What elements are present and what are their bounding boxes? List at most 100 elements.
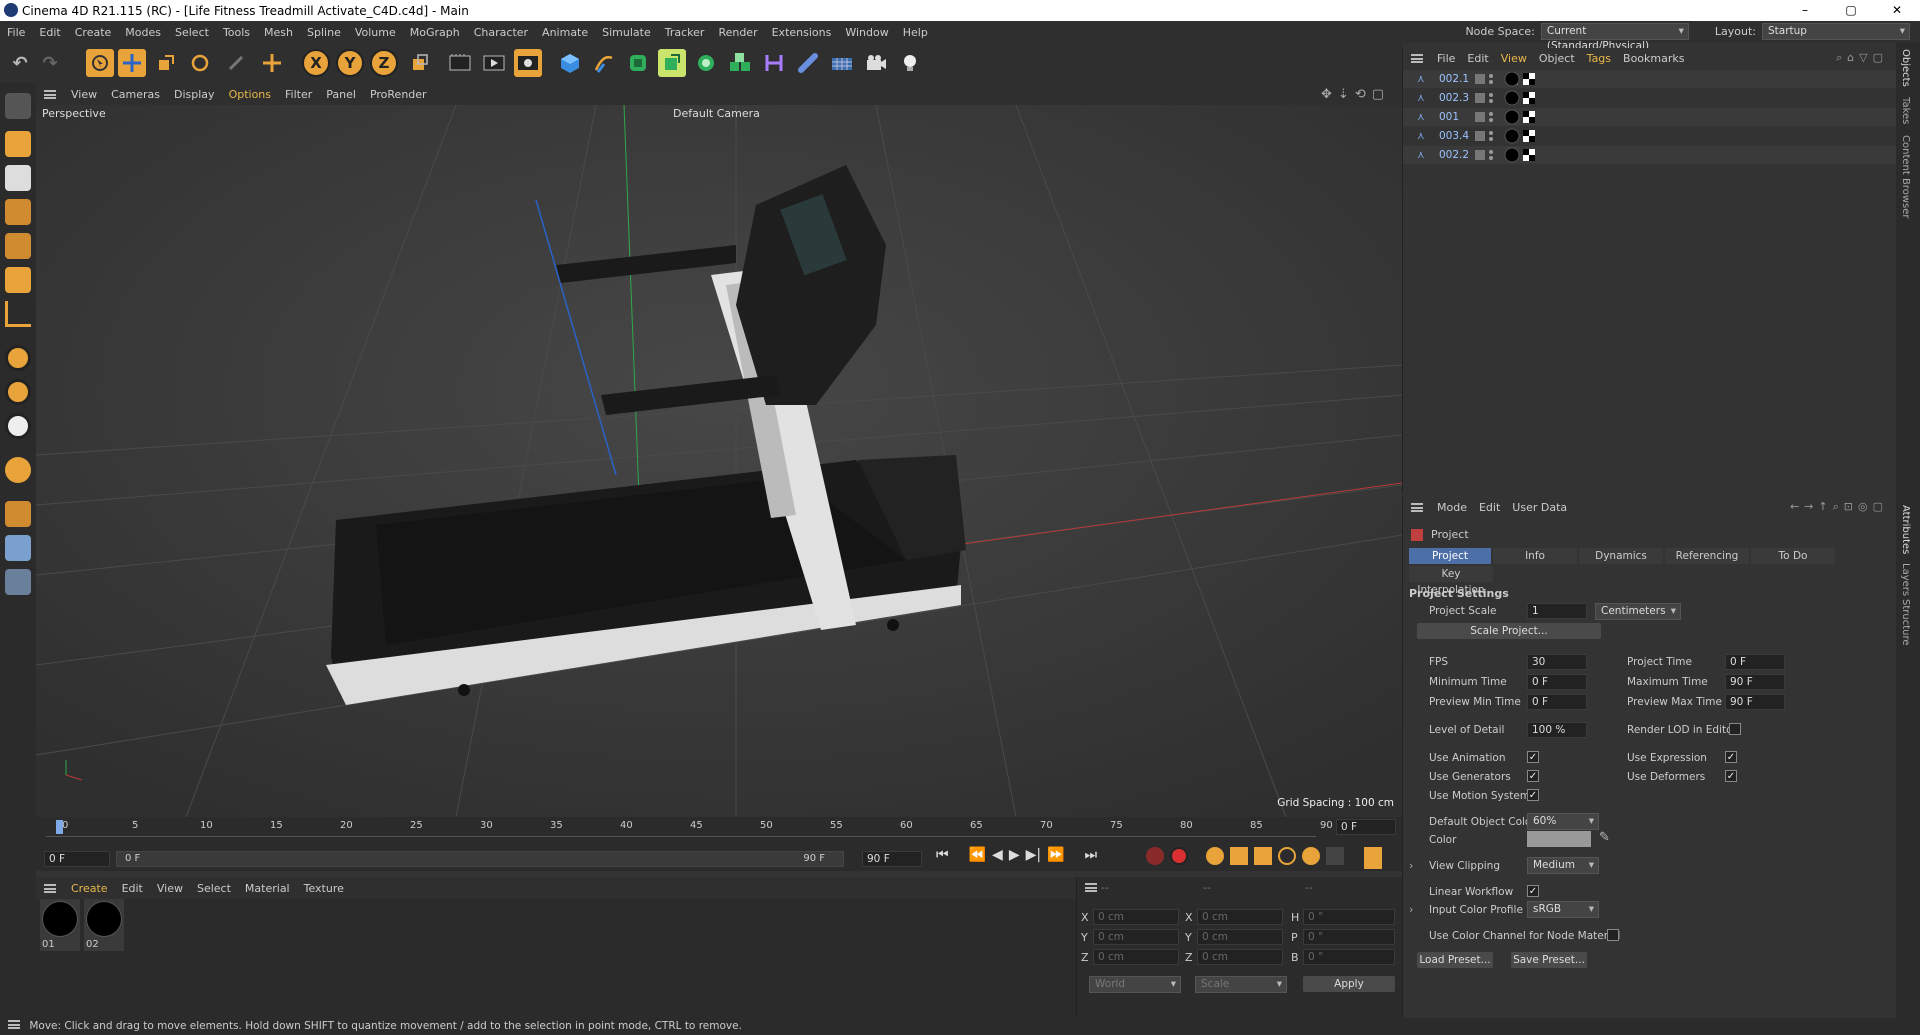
menu-simulate[interactable]: Simulate <box>595 26 658 39</box>
menu-render[interactable]: Render <box>711 26 764 39</box>
obj-menu-edit[interactable]: Edit <box>1461 52 1494 65</box>
use-expression-checkbox[interactable]: ✓ <box>1725 751 1737 763</box>
linear-workflow-checkbox[interactable]: ✓ <box>1527 885 1539 897</box>
viewport-camera-label[interactable]: Default Camera <box>673 107 760 120</box>
menu-edit[interactable]: Edit <box>32 26 67 39</box>
coordinate-system-icon[interactable] <box>258 49 286 77</box>
pos-x-field[interactable]: 0 cm <box>1093 909 1179 925</box>
tab-info[interactable]: Info <box>1493 548 1577 564</box>
rotate-tool-icon[interactable] <box>186 49 214 77</box>
node-space-dropdown[interactable]: Current (Standard/Physical) <box>1540 23 1689 52</box>
view-menu-view[interactable]: View <box>64 88 104 101</box>
extrude-generator-icon[interactable] <box>658 49 686 77</box>
input-profile-expand-icon[interactable]: › <box>1409 903 1413 916</box>
tweak-mode-icon[interactable] <box>5 457 31 483</box>
points-mode-icon[interactable] <box>5 199 31 225</box>
view-menu-filter[interactable]: Filter <box>278 88 319 101</box>
menu-character[interactable]: Character <box>467 26 535 39</box>
mat-menu-material[interactable]: Material <box>238 882 297 895</box>
close-button[interactable]: ✕ <box>1874 0 1920 21</box>
locked-workplane-icon[interactable] <box>5 535 31 561</box>
use-generators-checkbox[interactable]: ✓ <box>1527 770 1539 782</box>
layout-dropdown[interactable]: Startup <box>1762 23 1910 40</box>
minimize-button[interactable]: – <box>1782 0 1828 21</box>
render-lod-checkbox[interactable] <box>1729 723 1741 735</box>
previous-frame-icon[interactable]: ◀ <box>992 847 1003 863</box>
previous-key-icon[interactable]: ⏪ <box>969 847 986 863</box>
tab-to-do[interactable]: To Do <box>1751 548 1835 564</box>
cloner-icon[interactable] <box>692 49 720 77</box>
key-parameter-icon[interactable] <box>1302 847 1320 865</box>
view-menu-panel[interactable]: Panel <box>319 88 363 101</box>
save-preset-button[interactable]: Save Preset... <box>1511 952 1587 968</box>
menu-window[interactable]: Window <box>838 26 895 39</box>
preview-min-field[interactable]: 0 F <box>1527 694 1587 710</box>
view-clipping-dropdown[interactable]: Medium <box>1527 857 1599 874</box>
rot-p-field[interactable]: 0 ° <box>1303 929 1395 945</box>
load-preset-button[interactable]: Load Preset... <box>1417 952 1493 968</box>
pos-z-field[interactable]: 0 cm <box>1093 949 1179 965</box>
side-tab-attributes[interactable]: Attributes <box>1900 505 1911 554</box>
snap-settings-icon[interactable] <box>5 379 31 405</box>
coord-system-dropdown[interactable]: World <box>1089 976 1181 993</box>
default-color-dropdown[interactable]: 60% Gray <box>1527 813 1599 842</box>
timeline-ruler[interactable]: 0 5 10 15 20 25 30 35 40 45 50 55 60 65 … <box>46 817 1333 837</box>
coords-menu-icon[interactable] <box>1085 883 1097 892</box>
menu-create[interactable]: Create <box>68 26 119 39</box>
world-coordinate-icon[interactable] <box>406 49 434 77</box>
menu-tracker[interactable]: Tracker <box>658 26 712 39</box>
menu-volume[interactable]: Volume <box>348 26 403 39</box>
go-to-start-icon[interactable]: ⏮ <box>936 847 949 863</box>
side-tab-layers[interactable]: Layers <box>1900 563 1911 596</box>
play-icon[interactable]: ▶ <box>1009 847 1020 863</box>
camera-icon[interactable] <box>862 49 890 77</box>
size-x-field[interactable]: 0 cm <box>1197 909 1283 925</box>
render-settings-icon[interactable] <box>514 49 542 77</box>
size-y-field[interactable]: 0 cm <box>1197 929 1283 945</box>
menu-tools[interactable]: Tools <box>216 26 257 39</box>
project-time-field[interactable]: 0 F <box>1725 654 1785 670</box>
menu-extensions[interactable]: Extensions <box>765 26 839 39</box>
maximize-button[interactable]: ▢ <box>1828 0 1874 21</box>
eyedropper-icon[interactable]: ✎ <box>1599 830 1610 845</box>
redo-icon[interactable]: ↷ <box>36 49 64 77</box>
autokey-icon[interactable] <box>1170 847 1188 865</box>
project-scale-field[interactable]: 1 <box>1527 603 1587 619</box>
size-z-field[interactable]: 0 cm <box>1197 949 1283 965</box>
viewport-menu-icon[interactable] <box>44 89 56 99</box>
start-frame-field[interactable]: 0 F <box>44 851 110 867</box>
recent-tool-icon[interactable] <box>222 49 250 77</box>
go-to-end-icon[interactable]: ⏭ <box>1085 847 1098 863</box>
live-selection-icon[interactable] <box>86 49 114 77</box>
edges-mode-icon[interactable] <box>5 233 31 259</box>
min-time-field[interactable]: 0 F <box>1527 674 1587 690</box>
attribute-menu-icon[interactable] <box>1411 502 1423 512</box>
timeline-settings-icon[interactable] <box>1364 847 1382 869</box>
lod-field[interactable]: 100 % <box>1527 722 1587 738</box>
tab-referencing[interactable]: Referencing <box>1665 548 1749 564</box>
mat-menu-edit[interactable]: Edit <box>115 882 150 895</box>
menu-spline[interactable]: Spline <box>300 26 348 39</box>
undo-icon[interactable]: ↶ <box>6 49 34 77</box>
record-keys-icon[interactable] <box>1146 847 1164 865</box>
attribute-toolbar-icons[interactable]: ←→↑⌕⊡◎▢ <box>1790 500 1888 514</box>
view-menu-prorender[interactable]: ProRender <box>363 88 434 101</box>
mograph-array-icon[interactable] <box>726 49 754 77</box>
use-animation-checkbox[interactable]: ✓ <box>1527 751 1539 763</box>
key-pla-icon[interactable] <box>1326 847 1344 865</box>
view-menu-options[interactable]: Options <box>222 88 278 101</box>
side-tab-takes[interactable]: Takes <box>1900 97 1911 124</box>
attr-menu-mode[interactable]: Mode <box>1431 501 1473 514</box>
menu-help[interactable]: Help <box>896 26 935 39</box>
menu-modes[interactable]: Modes <box>118 26 168 39</box>
move-tool-icon[interactable] <box>118 49 146 77</box>
menu-select[interactable]: Select <box>168 26 216 39</box>
side-tab-structure[interactable]: Structure <box>1900 599 1911 646</box>
apply-button[interactable]: Apply <box>1303 976 1395 992</box>
input-profile-dropdown[interactable]: sRGB <box>1527 901 1599 918</box>
rot-b-field[interactable]: 0 ° <box>1303 949 1395 965</box>
tab-dynamics[interactable]: Dynamics <box>1579 548 1663 564</box>
next-key-icon[interactable]: ⏩ <box>1047 847 1064 863</box>
mat-menu-view[interactable]: View <box>150 882 190 895</box>
end-frame-field[interactable]: 90 F <box>862 851 922 867</box>
